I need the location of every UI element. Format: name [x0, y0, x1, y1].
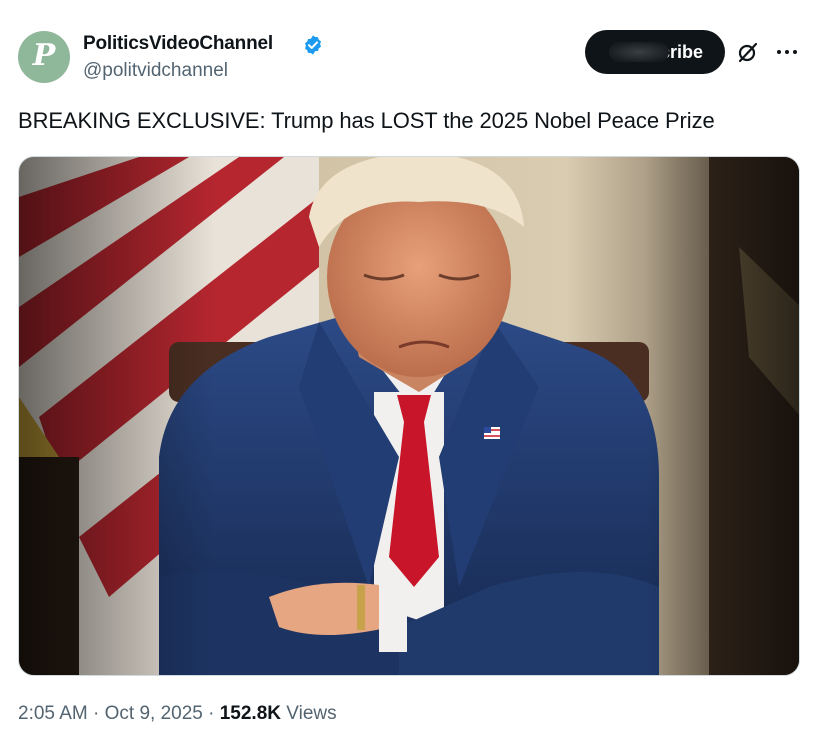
display-name[interactable]: PoliticsVideoChannel [83, 33, 273, 55]
subscribe-button[interactable]: cribe [585, 30, 725, 74]
handle[interactable]: @politvidchannel [83, 60, 228, 82]
views-count: 152.8K [219, 703, 282, 724]
verified-badge-icon [305, 35, 321, 55]
tweet-text: BREAKING EXCLUSIVE: Trump has LOST the 2… [18, 108, 715, 133]
tweet-photo[interactable] [18, 156, 800, 676]
tweet-date[interactable]: Oct 9, 2025 [105, 703, 203, 724]
tweet-card: P PoliticsVideoChannel @politvidchannel … [0, 0, 822, 738]
tweet-meta: 2:05 AM · Oct 9, 2025 · 152.8K Views [18, 703, 337, 725]
blurred-region [609, 42, 669, 62]
views-label: Views [286, 703, 337, 724]
tweet-time[interactable]: 2:05 AM [18, 703, 88, 724]
grok-icon[interactable] [736, 40, 760, 64]
meta-separator: · [208, 703, 215, 724]
meta-separator: · [93, 703, 100, 724]
more-icon[interactable] [774, 40, 800, 64]
avatar-letter: P [32, 38, 56, 73]
avatar[interactable]: P [18, 31, 70, 83]
photo-illustration [19, 157, 799, 675]
